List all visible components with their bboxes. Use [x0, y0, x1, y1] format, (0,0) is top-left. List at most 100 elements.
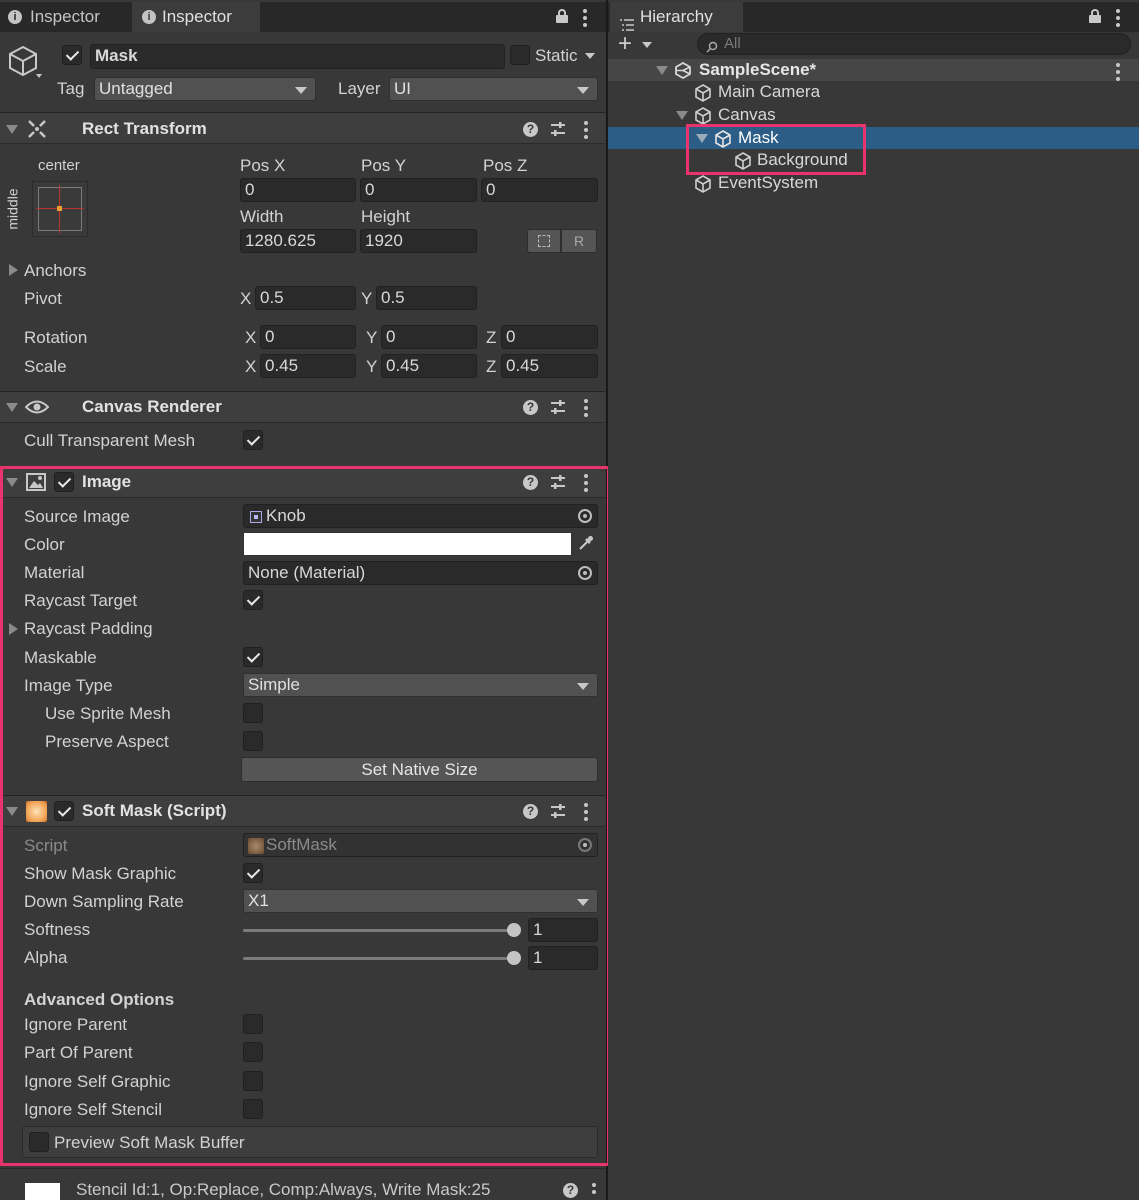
hierarchy-panel	[608, 0, 1139, 1200]
static-checkbox[interactable]	[510, 45, 530, 65]
scale-x-field[interactable]: 0.45	[260, 354, 356, 378]
add-button[interactable]: +	[616, 30, 656, 57]
hierarchy-search[interactable]: All	[697, 33, 1131, 55]
tab-label: Inspector	[162, 7, 232, 26]
rot-y-field[interactable]: 0	[381, 325, 477, 349]
rot-x-label: X	[245, 328, 257, 347]
settings-sliders-icon[interactable]	[550, 399, 566, 415]
tag-dropdown[interactable]: Untagged	[94, 77, 316, 101]
kebab-menu-icon[interactable]	[584, 121, 588, 142]
kebab-menu-icon[interactable]	[592, 1183, 596, 1197]
plus-icon: +	[618, 30, 633, 57]
lock-icon[interactable]	[1088, 9, 1102, 23]
foldout-arrow-icon[interactable]	[6, 125, 18, 134]
posz-field[interactable]: 0	[481, 178, 598, 202]
rot-z-label: Z	[486, 328, 497, 347]
hierarchy-item-eventsystem[interactable]: EventSystem	[718, 173, 818, 193]
pivot-x-label: X	[240, 289, 252, 308]
active-checkbox[interactable]	[62, 45, 82, 65]
lock-icon[interactable]	[555, 9, 569, 23]
cull-checkbox[interactable]	[243, 430, 263, 450]
foldout-arrow-icon[interactable]	[9, 264, 18, 276]
width-label: Width	[240, 207, 284, 226]
kebab-menu-icon[interactable]	[1116, 9, 1120, 30]
component-title: Rect Transform	[82, 119, 207, 138]
raw-edit-button[interactable]: R	[561, 229, 597, 253]
scale-label: Scale	[24, 357, 67, 376]
pivot-y-field[interactable]: 0.5	[376, 286, 477, 310]
foldout-arrow-icon[interactable]	[676, 111, 688, 120]
list-icon	[620, 11, 634, 31]
scale-y-label: Y	[366, 357, 378, 376]
tab-label: Hierarchy	[640, 7, 713, 26]
kebab-menu-icon[interactable]	[1116, 63, 1120, 84]
cube-icon	[694, 84, 711, 102]
scale-y-field[interactable]: 0.45	[381, 354, 477, 378]
hierarchy-item-canvas[interactable]: Canvas	[718, 105, 776, 125]
blueprint-mode-button[interactable]	[527, 229, 561, 253]
posy-field[interactable]: 0	[360, 178, 477, 202]
rot-x-field[interactable]: 0	[260, 325, 356, 349]
search-placeholder: All	[724, 35, 741, 52]
object-name-input[interactable]: Mask	[90, 44, 505, 69]
highlight-box-hierarchy	[686, 124, 866, 175]
static-label[interactable]: Static	[535, 46, 578, 66]
pivot-label: Pivot	[24, 289, 62, 308]
hierarchy-item-main-camera[interactable]: Main Camera	[718, 82, 820, 102]
unity-scene-icon	[674, 61, 692, 80]
stencil-preview-swatch	[25, 1183, 60, 1200]
chevron-down-icon	[295, 87, 307, 94]
posz-label: Pos Z	[483, 156, 528, 175]
highlight-box-components	[0, 466, 610, 1166]
height-label: Height	[361, 207, 411, 226]
chevron-down-icon	[577, 87, 589, 94]
help-icon[interactable]: ?	[523, 400, 538, 415]
anchor-preset-button[interactable]	[32, 181, 88, 237]
rot-z-field[interactable]: 0	[501, 325, 598, 349]
cube-icon	[694, 175, 711, 193]
anchor-horizontal-label: center	[38, 157, 80, 174]
rot-y-label: Y	[366, 328, 378, 347]
posx-field[interactable]: 0	[240, 178, 356, 202]
tab-inspector-2[interactable]: i Inspector	[132, 2, 260, 32]
help-icon[interactable]: ?	[523, 122, 538, 137]
cull-label: Cull Transparent Mesh	[24, 431, 196, 450]
height-field[interactable]: 1920	[360, 229, 477, 253]
cube-icon	[694, 107, 711, 125]
info-icon: i	[142, 10, 156, 24]
blueprint-icon	[538, 235, 550, 247]
foldout-arrow-icon[interactable]	[656, 66, 668, 75]
posx-label: Pos X	[240, 156, 286, 175]
rect-transform-icon	[28, 120, 46, 138]
eye-icon	[24, 398, 50, 416]
gameobject-cube-icon	[8, 44, 42, 78]
pivot-x-field[interactable]: 0.5	[255, 286, 356, 310]
foldout-arrow-icon[interactable]	[6, 403, 18, 412]
settings-sliders-icon[interactable]	[550, 121, 566, 137]
kebab-menu-icon[interactable]	[584, 399, 588, 420]
help-icon[interactable]: ?	[563, 1183, 578, 1198]
stencil-info-text: Stencil Id:1, Op:Replace, Comp:Always, W…	[76, 1180, 491, 1199]
info-icon: i	[8, 10, 22, 24]
tab-hierarchy[interactable]: Hierarchy	[610, 2, 743, 32]
anchor-vertical-label: middle	[4, 188, 21, 230]
scene-name[interactable]: SampleScene*	[699, 60, 816, 80]
layer-label: Layer	[338, 79, 381, 98]
component-title: Canvas Renderer	[82, 397, 222, 416]
layer-dropdown[interactable]: UI	[389, 77, 598, 101]
tab-inspector-1[interactable]: i Inspector	[0, 2, 130, 32]
posy-label: Pos Y	[361, 156, 407, 175]
tag-value: Untagged	[99, 79, 173, 98]
width-field[interactable]: 1280.625	[240, 229, 356, 253]
search-icon	[706, 38, 718, 53]
scale-z-field[interactable]: 0.45	[501, 354, 598, 378]
layer-value: UI	[394, 79, 411, 98]
scale-x-label: X	[245, 357, 257, 376]
scale-z-label: Z	[486, 357, 497, 376]
kebab-menu-icon[interactable]	[583, 9, 587, 30]
anchors-label[interactable]: Anchors	[24, 261, 86, 281]
chevron-down-icon[interactable]	[585, 53, 595, 59]
tab-label: Inspector	[30, 7, 100, 26]
chevron-down-icon	[642, 42, 652, 48]
tag-label: Tag	[57, 79, 85, 98]
